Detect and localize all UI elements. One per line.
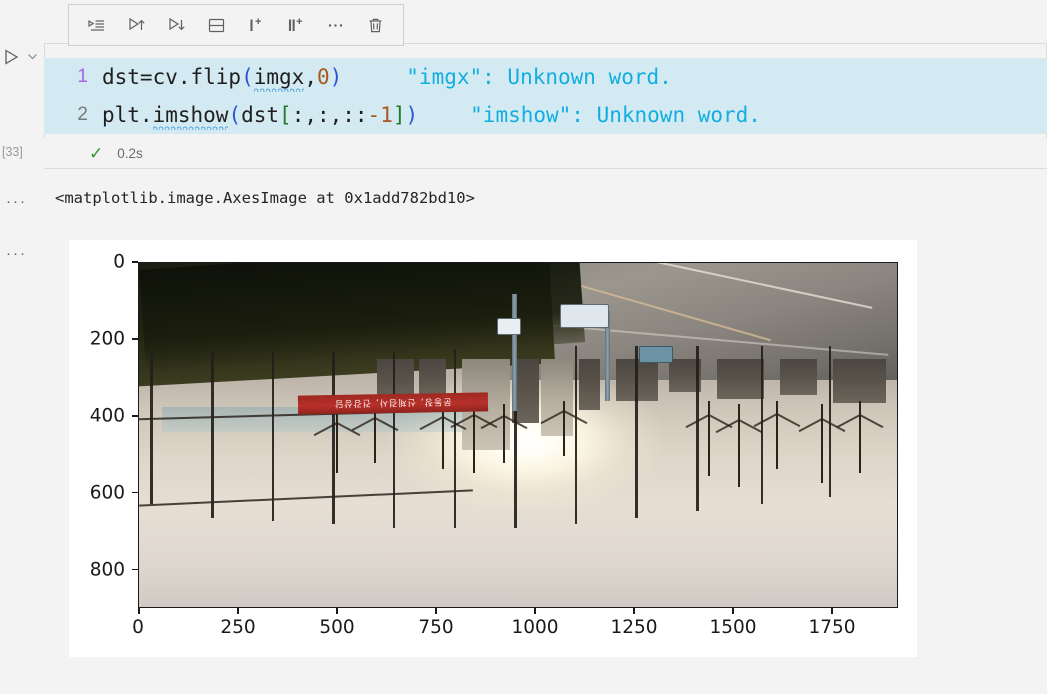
flipped-photograph: 운동장, 신체검사, 건강상담 bbox=[139, 263, 897, 607]
y-tick-label: 600 bbox=[89, 482, 125, 504]
y-tick-label: 200 bbox=[89, 328, 125, 350]
x-tick-label: 1000 bbox=[511, 617, 559, 638]
code-line-1-content: dst=cv.flip(imgx,0) bbox=[102, 65, 343, 92]
execution-time: 0.2s bbox=[117, 145, 143, 161]
plot-axes: 운동장, 신체검사, 건강상담 bbox=[138, 262, 898, 608]
code-line-2[interactable]: 2 plt.imshow(dst[:,:,::-1]) "imshow": Un… bbox=[44, 96, 1047, 134]
x-tick-label: 1750 bbox=[808, 617, 856, 638]
x-tick-label: 750 bbox=[418, 617, 454, 638]
cell-status-bar: ✓ 0.2s bbox=[44, 138, 1047, 168]
matplotlib-figure-output: 운동장, 신체검사, 건강상담 0 200 400 600 800 0 250 … bbox=[69, 240, 917, 657]
x-tick-label: 250 bbox=[220, 617, 256, 638]
notebook-cell-view: [33] ··· ··· 1 dst=cv.flip(imgx,0) "imgx… bbox=[0, 0, 1047, 694]
y-tick-mark bbox=[132, 415, 138, 417]
execute-cell-and-below-icon[interactable] bbox=[163, 12, 189, 38]
x-tick-label: 500 bbox=[319, 617, 355, 638]
execution-count: [33] bbox=[2, 145, 23, 159]
x-tick-mark bbox=[831, 608, 833, 614]
execute-above-cells-icon[interactable] bbox=[124, 12, 150, 38]
photo-banner-text: 운동장, 신체검사, 건강상담 bbox=[334, 395, 452, 408]
split-cell-icon[interactable] bbox=[203, 12, 229, 38]
insert-cell-below-icon[interactable] bbox=[283, 12, 309, 38]
y-tick-mark bbox=[132, 261, 138, 263]
output-collapse-toggle-image[interactable]: ··· bbox=[6, 246, 36, 261]
y-tick-label: 800 bbox=[89, 559, 125, 581]
run-by-line-icon[interactable] bbox=[84, 12, 110, 38]
spell-hint-2: "imshow": Unknown word. bbox=[470, 103, 761, 127]
x-tick-mark bbox=[138, 608, 140, 614]
spell-hint-1: "imgx": Unknown word. bbox=[406, 65, 672, 89]
x-tick-mark bbox=[633, 608, 635, 614]
cell-run-controls bbox=[0, 46, 44, 72]
y-tick-mark bbox=[132, 338, 138, 340]
code-line-1[interactable]: 1 dst=cv.flip(imgx,0) "imgx": Unknown wo… bbox=[44, 58, 1047, 96]
x-tick-label: 1250 bbox=[610, 617, 658, 638]
x-tick-label: 0 bbox=[132, 617, 144, 638]
code-editor[interactable]: 1 dst=cv.flip(imgx,0) "imgx": Unknown wo… bbox=[44, 58, 1047, 134]
photo-red-banner: 운동장, 신체검사, 건강상담 bbox=[298, 392, 488, 415]
more-actions-icon[interactable] bbox=[322, 12, 348, 38]
y-tick-label: 400 bbox=[89, 405, 125, 427]
line-number-1: 1 bbox=[77, 66, 88, 87]
photo-buildings bbox=[366, 359, 897, 469]
x-tick-mark bbox=[435, 608, 437, 614]
insert-cell-above-icon[interactable] bbox=[243, 12, 269, 38]
y-tick-mark bbox=[132, 491, 138, 494]
x-tick-label: 1500 bbox=[709, 617, 757, 638]
output-collapse-toggle-text[interactable]: ··· bbox=[6, 194, 36, 209]
cell-text-output: <matplotlib.image.AxesImage at 0x1add782… bbox=[55, 189, 475, 207]
x-tick-mark bbox=[534, 608, 536, 614]
chevron-down-icon[interactable] bbox=[26, 50, 39, 68]
success-check-icon: ✓ bbox=[89, 143, 104, 163]
cell-toolbar bbox=[68, 4, 404, 46]
y-tick-mark bbox=[132, 568, 138, 571]
x-tick-mark bbox=[732, 608, 734, 614]
x-tick-mark bbox=[336, 608, 338, 614]
y-tick-label: 0 bbox=[113, 251, 125, 273]
code-line-2-content: plt.imshow(dst[:,:,::-1]) bbox=[102, 103, 419, 130]
x-tick-mark bbox=[237, 608, 239, 614]
line-number-2: 2 bbox=[77, 104, 88, 125]
play-icon[interactable] bbox=[2, 47, 22, 72]
delete-cell-icon[interactable] bbox=[362, 12, 388, 38]
